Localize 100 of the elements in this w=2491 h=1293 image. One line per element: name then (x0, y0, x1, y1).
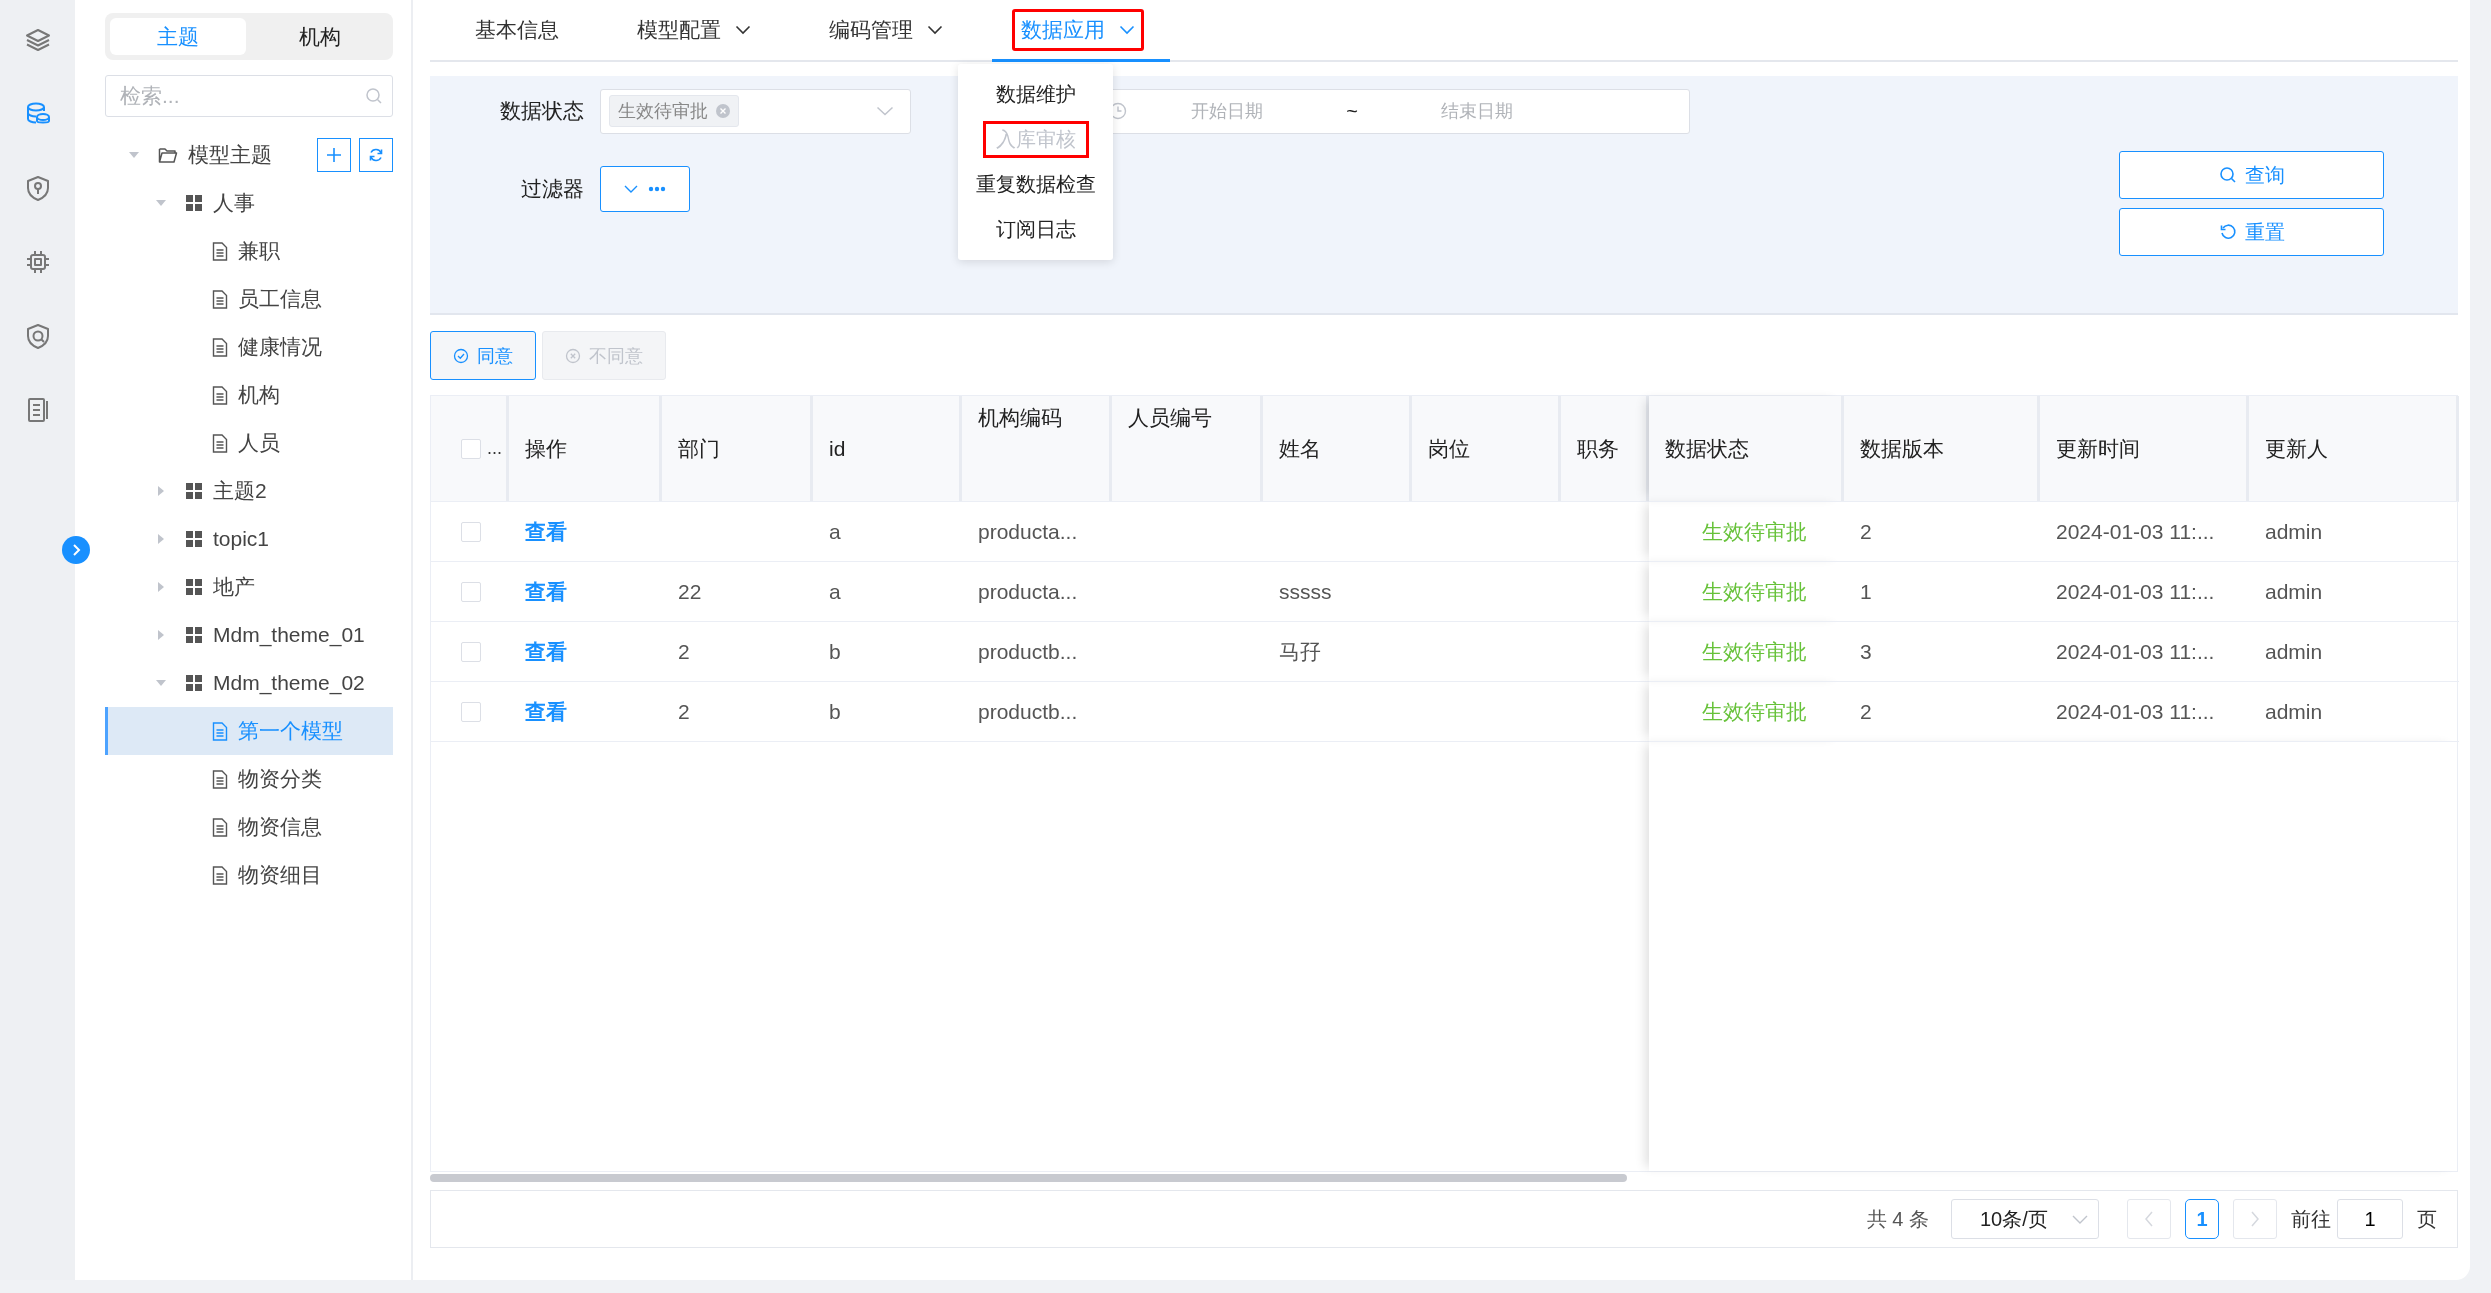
row-checkbox[interactable] (461, 521, 481, 542)
select-all-checkbox[interactable] (461, 438, 481, 459)
add-button[interactable] (317, 138, 351, 172)
row-checkbox[interactable] (461, 701, 481, 722)
column-header[interactable]: 姓名 (1263, 396, 1412, 501)
document-icon (212, 241, 228, 261)
tree-item[interactable]: 物资分类 (105, 755, 393, 803)
tree-item[interactable]: 模型主题 (105, 131, 309, 179)
filter-button[interactable] (600, 166, 690, 212)
table-cell: b (829, 699, 841, 724)
column-header[interactable]: 职务 (1561, 396, 1649, 501)
column-header[interactable]: 岗位 (1412, 396, 1561, 501)
document-icon (212, 817, 228, 837)
tree-item[interactable]: 物资信息 (105, 803, 393, 851)
scrollbar-thumb[interactable] (430, 1174, 1627, 1182)
field-label: 数据状态 (499, 98, 585, 124)
status-text: 生效待审批 (1702, 638, 1807, 665)
field-label: 过滤器 (520, 176, 585, 202)
column-header[interactable]: 操作 (509, 396, 662, 501)
table-cell: 2 (678, 699, 690, 724)
chevron-right-icon (2250, 1211, 2260, 1227)
refresh-icon (368, 147, 384, 163)
tab-label: 编码管理 (820, 8, 952, 51)
table-cell: 2 (1860, 519, 1872, 544)
tree-item[interactable]: 健康情况 (105, 323, 393, 371)
table-cell: 2024-01-03 11:... (2056, 579, 2215, 604)
document-icon (212, 769, 228, 789)
page-size-select[interactable]: 10条/页 (1951, 1199, 2099, 1239)
column-header[interactable]: id (813, 396, 962, 501)
table-cell: producta... (978, 519, 1078, 544)
column-header[interactable]: 部门 (662, 396, 813, 501)
tag: 生效待审批 (609, 95, 739, 127)
tab-label: 数据应用 (1012, 8, 1144, 51)
document-icon (212, 433, 228, 453)
chevron-down-icon (876, 106, 894, 116)
table-cell-text: 马孖 (1279, 638, 1321, 665)
table-cell: a (829, 579, 841, 604)
end-date-placeholder: 结束日期 (1440, 100, 1514, 123)
tree-item[interactable]: Mdm_theme_02 (105, 659, 393, 707)
table-cell: 2 (678, 639, 690, 664)
folder-icon (158, 146, 178, 164)
layers-icon[interactable] (23, 26, 52, 54)
table-cell: 2024-01-03 11:... (2056, 519, 2215, 544)
column-header[interactable]: 人员编号 (1112, 396, 1263, 501)
tab[interactable]: 机构 (252, 18, 388, 55)
column-header[interactable]: 更新人 (2249, 396, 2459, 501)
tree-item[interactable]: 主题2 (105, 467, 393, 515)
menu-item[interactable]: 订阅日志 (958, 207, 1113, 252)
tree-item[interactable]: Mdm_theme_01 (105, 611, 393, 659)
close-circle-icon (565, 347, 581, 364)
tab-label: 基本信息 (474, 16, 560, 43)
document-icon (212, 385, 228, 405)
table-cell: admin (2265, 639, 2323, 664)
search-icon (2218, 166, 2237, 184)
menu-item-label: 重复数据检查 (974, 172, 1097, 197)
table-cell: productb... (978, 639, 1078, 664)
plus-icon (326, 147, 342, 163)
page-suffix: 页 (2417, 1206, 2437, 1232)
document-icon (212, 289, 228, 309)
tree-item[interactable]: 员工信息 (105, 275, 393, 323)
nav-tab[interactable]: 编码管理 (800, 0, 978, 62)
menu-item-label: 订阅日志 (994, 217, 1077, 242)
grid-icon (185, 482, 203, 500)
table-cell: admin (2265, 699, 2323, 724)
tree-item[interactable]: 人员 (105, 419, 393, 467)
close-icon[interactable] (716, 104, 730, 118)
search-field[interactable]: 检索... (105, 75, 393, 117)
column-header[interactable]: 数据版本 (1844, 396, 2040, 501)
start-date-placeholder: 开始日期 (1190, 100, 1264, 123)
tree-item[interactable]: topic1 (105, 515, 393, 563)
check-circle-icon (453, 347, 469, 364)
refresh-button[interactable] (359, 138, 393, 172)
row-checkbox[interactable] (461, 581, 481, 602)
column-header[interactable]: 机构编码 (962, 396, 1112, 501)
table-cell: a (829, 519, 841, 544)
document-icon (212, 721, 228, 741)
tree-item[interactable]: 地产 (105, 563, 393, 611)
column-header: ... (487, 438, 502, 459)
tree-item[interactable]: 物资细目 (105, 851, 393, 899)
nav-tab[interactable]: 基本信息 (446, 0, 594, 62)
grid-icon (185, 578, 203, 596)
expand-button[interactable] (62, 536, 90, 564)
status-text: 生效待审批 (1702, 698, 1807, 725)
tree-item[interactable]: 兼职 (105, 227, 393, 275)
tree-item[interactable]: 人事 (105, 179, 393, 227)
table-cell: b (829, 639, 841, 664)
table-cell: admin (2265, 579, 2323, 604)
table-cell: 22 (678, 579, 702, 604)
table-cell: 2024-01-03 11:... (2056, 639, 2215, 664)
nav-tab[interactable]: 模型配置 (608, 0, 786, 62)
column-header[interactable]: 更新时间 (2040, 396, 2249, 501)
table-cell: 1 (1860, 579, 1872, 604)
tree-item[interactable]: 机构 (105, 371, 393, 419)
grid-icon (185, 626, 203, 644)
page-input[interactable]: 1 (2337, 1199, 2403, 1239)
menu-item[interactable]: 重复数据检查 (958, 162, 1113, 207)
column-header[interactable]: 数据状态 (1649, 396, 1844, 501)
table-cell: 3 (1860, 639, 1872, 664)
row-checkbox[interactable] (461, 641, 481, 662)
table-cell: producta... (978, 579, 1078, 604)
